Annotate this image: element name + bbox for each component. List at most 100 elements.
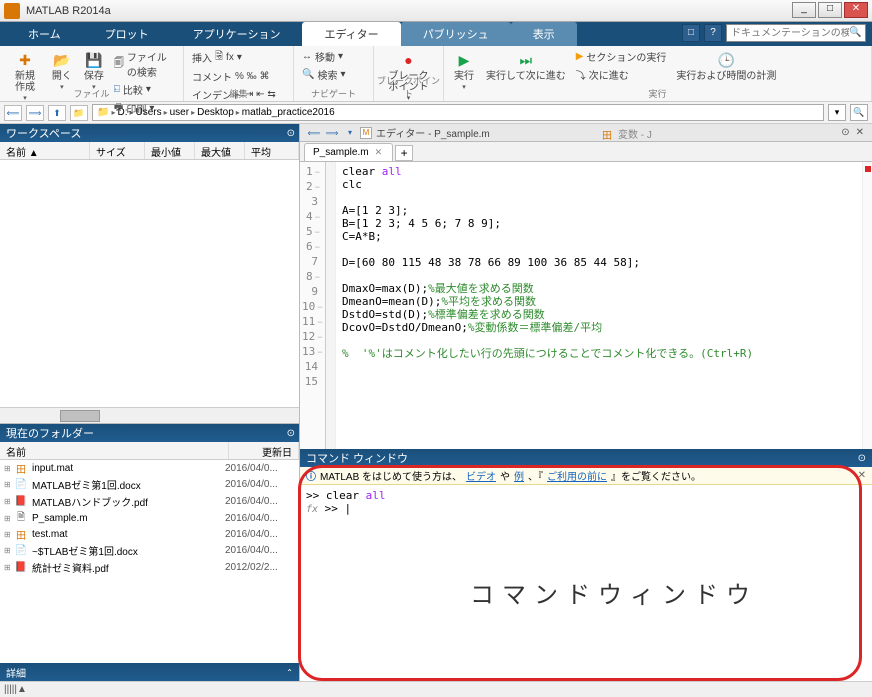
workspace-header[interactable]: ワークスペース ⊙ xyxy=(0,124,299,142)
cmd-link-video[interactable]: ビデオ xyxy=(466,468,496,483)
list-item[interactable]: ⊞📕統計ゼミ資料.pdf2012/02/2... xyxy=(0,559,299,576)
tab-view[interactable]: 表示 xyxy=(511,22,577,46)
find-button[interactable]: 🔍検索 ▾ xyxy=(300,66,347,83)
status-indicator: |||||▲ xyxy=(4,684,44,695)
vars-icon: 田 xyxy=(602,127,614,139)
list-item[interactable]: ⊞📄MATLABゼミ第1回.docx2016/04/0... xyxy=(0,476,299,493)
print-button[interactable]: 🖶印刷 ▾ xyxy=(112,99,177,118)
cf-col-name[interactable]: 名前 xyxy=(0,442,229,459)
editor-history-icon[interactable]: ▾ xyxy=(342,126,358,140)
info-close-icon[interactable]: ✕ xyxy=(858,470,866,481)
current-folder-panel: 現在のフォルダー⊙ 名前 更新日 ⊞田input.mat2016/04/0...… xyxy=(0,424,299,663)
insert-button[interactable]: 挿入 🗟 fx ▾ xyxy=(190,48,278,67)
path-search-icon[interactable]: 🔍 xyxy=(850,104,868,121)
cmd-link-examples[interactable]: 例 xyxy=(514,468,524,483)
workspace-title: ワークスペース xyxy=(6,125,81,141)
step-icon: ⤵ xyxy=(576,67,586,82)
doc-search[interactable]: 🔍 xyxy=(726,24,866,42)
ws-col-max[interactable]: 最大値 xyxy=(195,142,245,159)
goto-button[interactable]: ↔移動 ▾ xyxy=(300,48,347,65)
tab-editor[interactable]: エディター xyxy=(302,22,400,46)
editor-back-icon[interactable]: ⟸ xyxy=(306,126,322,140)
workspace-menu-icon[interactable]: ⊙ xyxy=(287,128,295,139)
ribbon-collapse-icon[interactable]: □ xyxy=(682,24,700,42)
findfiles-icon: 🗐 xyxy=(114,56,124,73)
code-area[interactable]: clear allclc A=[1 2 3];B=[1 2 3; 4 5 6; … xyxy=(336,162,862,449)
maximize-button[interactable]: □ xyxy=(818,2,842,18)
editor-panel: ⟸ ⟹ ▾ Mエディター - P_sample.m ⊙ ✕ 田 変数 - J P… xyxy=(300,124,872,449)
curfolder-header[interactable]: 現在のフォルダー⊙ xyxy=(0,424,299,442)
window-titlebar: MATLAB R2014a _ □ ✕ xyxy=(0,0,872,22)
run-time-button[interactable]: 🕒実行および時間の計測 xyxy=(672,48,780,84)
comment-button[interactable]: コメント % ‰ ⌘ xyxy=(190,68,278,85)
list-item[interactable]: ⊞📄~$TLABゼミ第1回.docx2016/04/0... xyxy=(0,542,299,559)
file-tab-active[interactable]: P_sample.m ✕ xyxy=(304,143,393,161)
editor-title-group: M エディター - P_sample.m xyxy=(360,125,490,140)
command-window-header[interactable]: コマンド ウィンドウ ⊙ xyxy=(300,449,872,467)
workspace-body xyxy=(0,160,299,423)
code-minimap[interactable] xyxy=(862,162,872,449)
cmd-link-getting-started[interactable]: ご利用の前に xyxy=(547,468,607,483)
ws-col-name[interactable]: 名前 ▲ xyxy=(0,142,90,159)
section-icon: ▶ xyxy=(576,51,584,62)
group-file-label: ファイル xyxy=(0,87,183,100)
list-item[interactable]: ⊞📕MATLABハンドブック.pdf2016/04/0... xyxy=(0,493,299,510)
window-title: MATLAB R2014a xyxy=(26,5,111,17)
breakpoint-icon: ● xyxy=(399,50,419,70)
list-item[interactable]: ⊞田test.mat2016/04/0... xyxy=(0,526,299,542)
tab-publish[interactable]: パブリッシュ xyxy=(401,22,511,46)
command-window-panel: コマンド ウィンドウ⊙ ⓘ MATLAB をはじめて使う方は、 ビデオ や 例 … xyxy=(300,449,872,681)
ribbon-tabstrip: ホーム プロット アプリケーション エディター パブリッシュ 表示 □ ? 🔍 xyxy=(0,22,872,46)
cf-col-date[interactable]: 更新日 xyxy=(229,442,299,459)
matlab-icon xyxy=(4,3,20,19)
details-title: 詳細 xyxy=(6,665,26,680)
list-item[interactable]: ⊞田input.mat2016/04/0... xyxy=(0,460,299,476)
breakpoint-gutter[interactable] xyxy=(326,162,336,449)
new-tab-button[interactable]: + xyxy=(395,145,413,161)
details-expand-icon[interactable]: ⌃ xyxy=(286,668,293,677)
toolstrip: ✚新規作成▾ 📂開く▾ 💾保存▾ 🗐ファイルの検索 ⍇比較 ▾ 🖶印刷 ▾ ファ… xyxy=(0,46,872,102)
group-edit-label: 編集 xyxy=(184,87,293,100)
group-bp-label: ブレークポイント xyxy=(374,74,443,100)
curfolder-menu-icon[interactable]: ⊙ xyxy=(287,428,295,439)
path-seg[interactable]: matlab_practice2016 xyxy=(242,107,335,118)
ws-col-min[interactable]: 最小値 xyxy=(145,142,195,159)
file-tabs: P_sample.m ✕ + xyxy=(300,142,872,162)
findfiles-button[interactable]: 🗐ファイルの検索 xyxy=(112,48,177,80)
path-seg[interactable]: Desktop xyxy=(197,107,234,118)
cmd-menu-icon[interactable]: ⊙ xyxy=(858,453,866,464)
doc-search-input[interactable] xyxy=(731,28,849,39)
editor-doc-icon: M xyxy=(360,127,372,139)
advance-icon: ⏭ xyxy=(516,50,536,70)
step-button[interactable]: ⤵次に進む xyxy=(574,66,669,83)
print-icon: 🖶 xyxy=(114,100,123,117)
minimize-button[interactable]: _ xyxy=(792,2,816,18)
warning-mark xyxy=(865,166,871,172)
path-dropdown[interactable]: ▾ xyxy=(828,104,846,121)
details-panel[interactable]: 詳細 ⌃ xyxy=(0,663,299,681)
workspace-hscroll[interactable] xyxy=(0,407,299,423)
help-icon[interactable]: ? xyxy=(704,24,722,42)
close-button[interactable]: ✕ xyxy=(844,2,868,18)
group-run-label: 実行 xyxy=(444,87,871,100)
editor-title: エディター - P_sample.m xyxy=(376,125,490,140)
info-icon: ⓘ xyxy=(306,468,316,483)
ws-col-size[interactable]: サイズ xyxy=(90,142,145,159)
list-item[interactable]: ⊞🗎P_sample.m2016/04/0... xyxy=(0,510,299,526)
command-window-body[interactable]: >> clear all fx >> | コマンドウィンドウ xyxy=(300,485,872,681)
address-bar[interactable]: 📁 ▸D: ▸Users ▸user ▸Desktop ▸matlab_prac… xyxy=(92,104,824,121)
clock-icon: 🕒 xyxy=(716,50,736,70)
editor-body[interactable]: 1−2−3 4−5−6−7 8−9 10−11−12−13−14 15 clea… xyxy=(300,162,872,449)
run-section-button[interactable]: ▶セクションの実行 xyxy=(574,48,669,65)
file-tab-close-icon[interactable]: ✕ xyxy=(375,147,383,158)
tab-apps[interactable]: アプリケーション xyxy=(171,22,303,46)
ws-col-mean[interactable]: 平均 xyxy=(245,142,299,159)
command-window-title: コマンド ウィンドウ xyxy=(306,450,408,466)
find-icon: 🔍 xyxy=(302,69,314,80)
file-tab-label: P_sample.m xyxy=(313,147,369,158)
tab-home[interactable]: ホーム xyxy=(6,22,83,46)
editor-fwd-icon[interactable]: ⟹ xyxy=(324,126,340,140)
run-advance-button[interactable]: ⏭実行して次に進む xyxy=(482,48,570,84)
cmd-info-text1: MATLAB をはじめて使う方は、 xyxy=(320,468,462,483)
tab-plot[interactable]: プロット xyxy=(83,22,171,46)
